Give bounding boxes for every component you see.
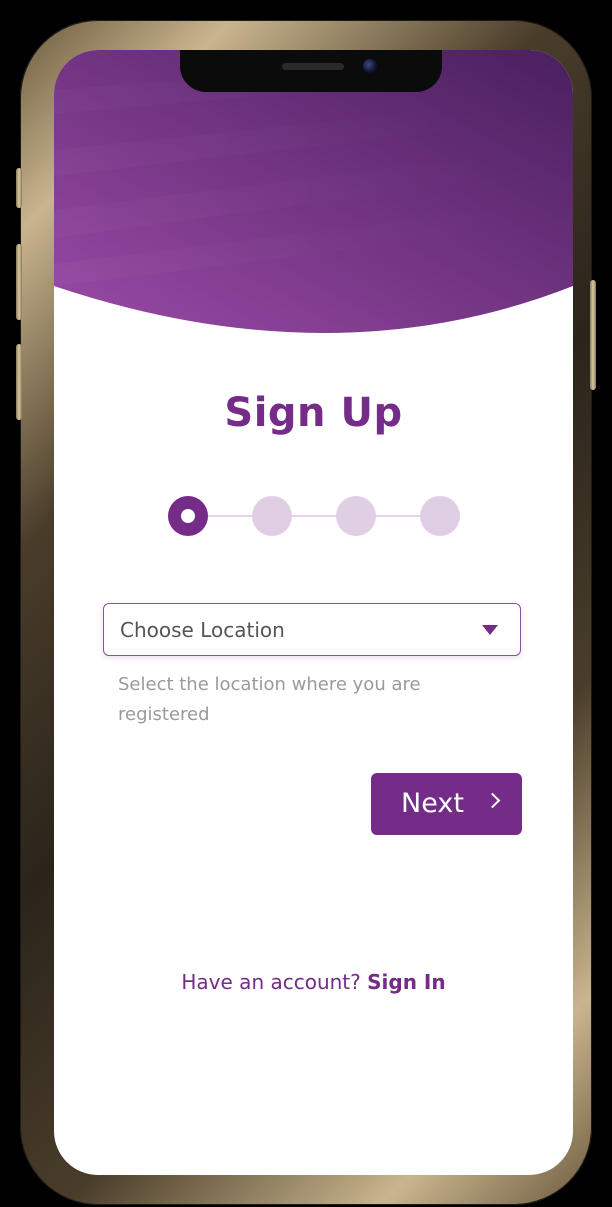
step-1-indicator <box>168 496 208 536</box>
step-3-indicator <box>336 496 376 536</box>
location-helper-text: Select the location where you are regist… <box>118 674 421 725</box>
next-button-label: Next <box>401 788 464 819</box>
progress-stepper <box>168 495 460 537</box>
volume-up-button <box>16 244 22 320</box>
speaker-grille <box>282 63 344 70</box>
stepper-line <box>188 515 440 517</box>
signin-prompt: Have an account? Sign In <box>54 970 573 994</box>
power-button <box>590 280 596 390</box>
location-select-value: Choose Location <box>120 618 285 642</box>
signin-prompt-text: Have an account? <box>181 970 361 994</box>
device-stage: Sign Up Choose Location Select the locat… <box>0 0 612 1207</box>
step-2-indicator <box>252 496 292 536</box>
app-screen: Sign Up Choose Location Select the locat… <box>54 50 573 1175</box>
caret-down-icon <box>482 625 498 635</box>
next-button[interactable]: Next <box>371 773 522 835</box>
notch <box>180 50 442 92</box>
header-wave <box>54 50 573 333</box>
step-4-indicator <box>420 496 460 536</box>
location-select[interactable]: Choose Location <box>103 603 521 656</box>
signin-link[interactable]: Sign In <box>367 970 445 994</box>
mute-switch <box>16 168 22 208</box>
camera-icon <box>363 59 377 73</box>
chevron-right-icon <box>484 792 501 809</box>
page-title: Sign Up <box>224 390 403 436</box>
volume-down-button <box>16 344 22 420</box>
